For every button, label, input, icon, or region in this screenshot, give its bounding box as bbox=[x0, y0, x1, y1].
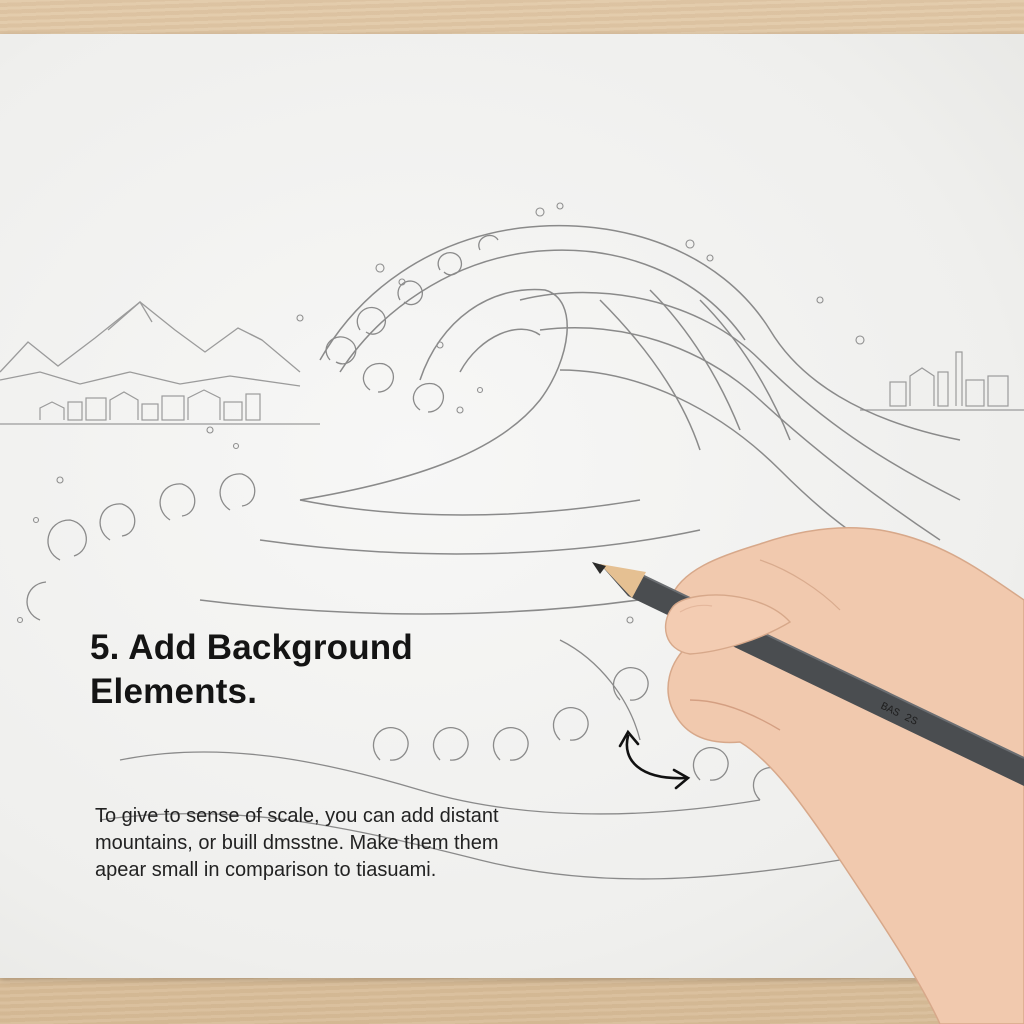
hand-holding-pencil: BAS 2S bbox=[592, 526, 1024, 1024]
